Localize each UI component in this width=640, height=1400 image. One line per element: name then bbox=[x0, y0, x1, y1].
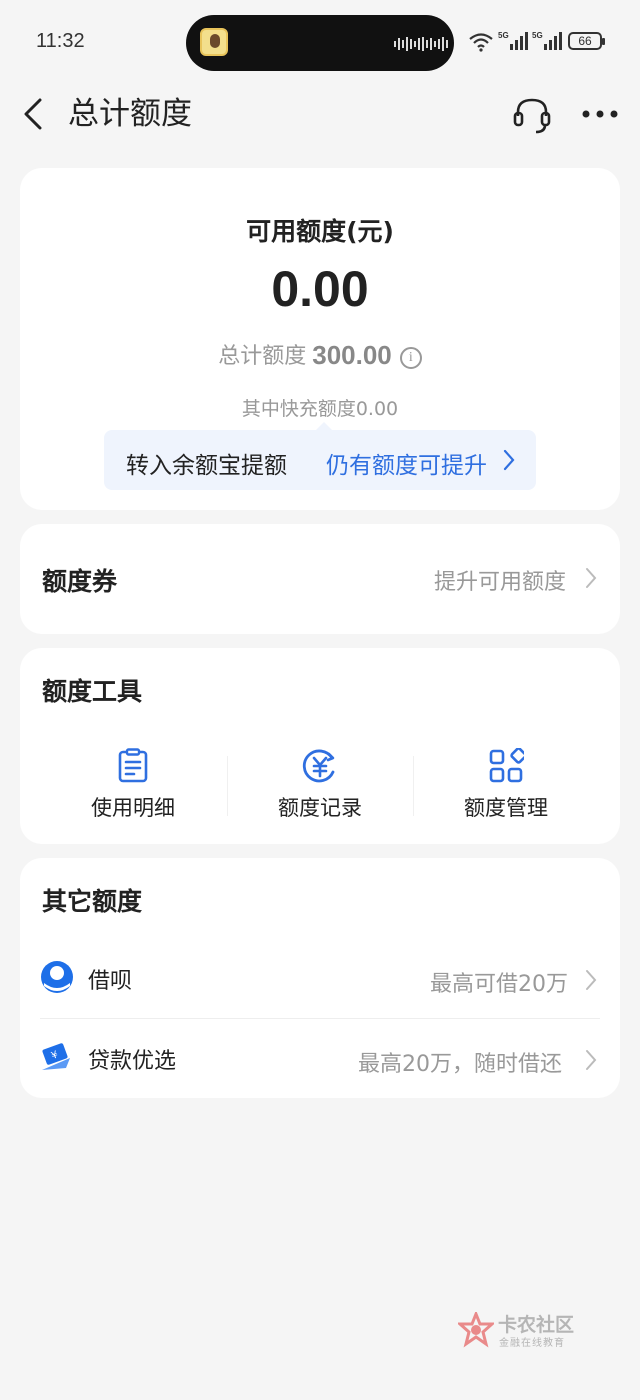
tool-usage-details[interactable]: 使用明细 bbox=[40, 748, 226, 828]
island-avatar bbox=[200, 28, 228, 56]
item-name: 贷款优选 bbox=[88, 1049, 177, 1074]
list-item-loan-select[interactable]: ¥ 贷款优选 最高20万，随时借还 bbox=[20, 1018, 620, 1098]
watermark-logo bbox=[458, 1312, 494, 1348]
available-limit-value: 0.00 bbox=[271, 261, 369, 317]
upgrade-banner[interactable]: 转入余额宝提额 仍有额度可提升 bbox=[104, 422, 536, 490]
signal-2-icon: 5G bbox=[532, 31, 562, 50]
other-limits-card: 其它额度 借呗 最高可借20万 ¥ 贷款优选 最高20万，随时借还 bbox=[20, 858, 620, 1098]
chevron-right-icon bbox=[586, 1050, 597, 1070]
total-limit-value: 300.00 bbox=[312, 340, 392, 370]
tool-limit-management[interactable]: 额度管理 bbox=[413, 748, 599, 828]
more-dots-icon[interactable] bbox=[578, 92, 622, 136]
svg-text:5G: 5G bbox=[532, 31, 543, 40]
available-limit-card: 可用额度(元) 0.00 总计额度 300.00 i 其中快充额度0.00 转入余额… bbox=[20, 168, 620, 510]
signal-1-icon: 5G bbox=[498, 31, 528, 50]
status-icons: 5G 5G 66 bbox=[468, 30, 608, 56]
item-description: 最高20万，随时借还 bbox=[358, 1052, 562, 1077]
limit-tools-card: 额度工具 使用明细 额度记录 额度管理 bbox=[20, 648, 620, 844]
available-limit-label: 可用额度(元) bbox=[246, 217, 394, 246]
limit-coupon-card[interactable]: 额度券 提升可用额度 bbox=[20, 524, 620, 634]
audio-wave-icon bbox=[394, 37, 448, 51]
document-list-icon bbox=[118, 748, 148, 783]
headset-icon[interactable] bbox=[510, 92, 554, 136]
info-icon[interactable]: i bbox=[399, 347, 422, 369]
watermark: 卡农社区 金融在线教育 bbox=[458, 1310, 608, 1350]
upgrade-label: 转入余额宝提额 bbox=[126, 453, 287, 479]
item-description: 最高可借20万 bbox=[430, 972, 568, 997]
total-limit-label: 总计额度 bbox=[218, 344, 307, 369]
tool-label: 额度记录 bbox=[278, 796, 362, 820]
chevron-right-icon bbox=[586, 970, 597, 990]
page-title: 总计额度 bbox=[68, 96, 192, 132]
chevron-right-icon bbox=[503, 449, 515, 471]
other-limits-title: 其它额度 bbox=[42, 887, 143, 916]
back-button[interactable] bbox=[18, 92, 54, 136]
status-bar: 11:32 5G 5G 66 bbox=[0, 0, 640, 86]
list-item-jiebei[interactable]: 借呗 最高可借20万 bbox=[20, 938, 620, 1018]
tool-label: 额度管理 bbox=[464, 796, 548, 820]
battery-indicator: 66 bbox=[568, 32, 605, 50]
item-name: 借呗 bbox=[88, 969, 133, 994]
raise-limit-link[interactable]: 提升可用额度 bbox=[434, 564, 566, 596]
header: 总计额度 bbox=[0, 86, 640, 142]
svg-text:5G: 5G bbox=[498, 31, 509, 40]
jiebei-icon bbox=[41, 961, 73, 993]
yuan-circle-icon bbox=[302, 749, 335, 783]
watermark-name: 卡农社区 bbox=[498, 1314, 575, 1336]
watermark-subtitle: 金融在线教育 bbox=[499, 1338, 565, 1349]
status-time: 11:32 bbox=[36, 30, 85, 52]
limit-coupon-title: 额度券 bbox=[42, 567, 118, 596]
chevron-right-icon bbox=[586, 568, 597, 588]
upgrade-link[interactable]: 仍有额度可提升 bbox=[326, 446, 487, 480]
quick-charge-limit: 其中快充额度0.00 bbox=[241, 398, 399, 420]
wifi-icon bbox=[469, 33, 493, 52]
total-limit-row: 总计额度 300.00 i bbox=[20, 338, 620, 371]
grid-apps-icon bbox=[489, 748, 524, 783]
loan-card-icon: ¥ bbox=[42, 1043, 70, 1070]
dynamic-island[interactable] bbox=[186, 15, 454, 71]
tool-limit-records[interactable]: 额度记录 bbox=[227, 748, 413, 828]
tool-label: 使用明细 bbox=[91, 796, 175, 820]
limit-tools-title: 额度工具 bbox=[42, 677, 143, 706]
